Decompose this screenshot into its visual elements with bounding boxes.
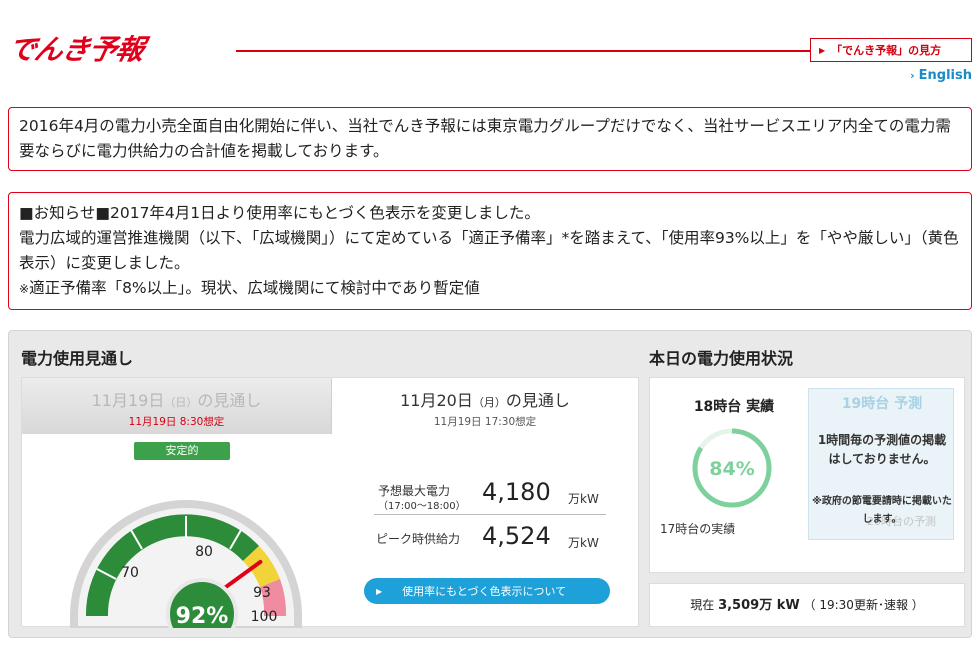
arrow-right-icon: ▶ (819, 45, 826, 55)
actual-value: 84% (709, 458, 754, 480)
note-text: 適正予備率「8%以上」。現状、広域機関にて検討中であり暫定値 (29, 279, 480, 297)
announcement-line1: ■お知らせ■2017年4月1日より使用率にもとづく色表示を変更しました。 (19, 204, 540, 222)
today-section-title: 本日の電力使用状況 (649, 349, 794, 368)
actual-title: 18時台 実績 (693, 399, 775, 415)
gauge-value: 92% (176, 604, 229, 628)
denki-yoho-logo[interactable]: でんき予報 (5, 33, 147, 66)
gauge-tick-80: 80 (195, 544, 213, 560)
peak-supply-unit: 万kW (568, 536, 599, 550)
note-mark: ※ (19, 282, 30, 296)
tab-prev-day[interactable]: 11月19日（日）の見通し 11月19日 8:30想定 (22, 378, 332, 434)
prev-tab-date: 11月19日 (91, 391, 165, 410)
color-info-button[interactable]: ▶ 使用率にもとづく色表示について (364, 578, 610, 604)
current-value: 3,509万 kW (718, 598, 800, 613)
gauge-tick-100: 100 (251, 609, 278, 625)
today-card: 18時台 実績 84% 17時台の実績 19時台 予測 1時間毎の予測値の掲載は… (649, 377, 965, 573)
header-divider (236, 50, 810, 52)
current-tab-assumed: 11月19日 17:30想定 (433, 416, 537, 428)
liberalization-notice: 2016年4月の電力小売全面自由化開始に伴い、当社でんき予報には東京電力グループ… (8, 107, 972, 171)
prediction-message: 1時間毎の予測値の掲載はしておりません。 (817, 433, 947, 466)
color-info-label: 使用率にもとづく色表示について (402, 585, 567, 598)
peak-demand-title: 予想最大電力 (378, 484, 451, 498)
peak-supply-value: 4,524 (482, 522, 551, 550)
metric-divider (374, 514, 606, 515)
actual-note: 17時台の実績 (660, 522, 736, 536)
announcement-notice: ■お知らせ■2017年4月1日より使用率にもとづく色表示を変更しました。 電力広… (8, 192, 972, 310)
prev-tab-heading: 11月19日（日）の見通し (22, 387, 331, 411)
howto-label: 「でんき予報」の見方 (831, 44, 942, 57)
current-tab-weekday: （月） (472, 396, 506, 409)
prediction-title: 19時台 予測 (841, 396, 923, 412)
prediction-box: 19時台 予測 1時間毎の予測値の掲載はしておりません。 20時台の予測 ※政府… (808, 388, 954, 540)
peak-demand-label: 予想最大電力 （17:00～18:00） (378, 484, 466, 514)
usage-gauge: 70 80 93 100 92% (70, 500, 302, 628)
prediction-note: ※政府の節電要請時に掲載いたします。 (812, 496, 952, 525)
current-usage-bar: 現在 3,509万 kW （ 19:30更新･速報 ） (649, 583, 965, 627)
current-tab-date: 11月20日 (400, 391, 473, 410)
prev-tab-assumed: 11月19日 8:30想定 (128, 416, 225, 428)
chevron-right-icon: › (910, 69, 915, 82)
peak-demand-unit: 万kW (568, 492, 599, 506)
announcement-line2: 電力広域的運営推進機関（以下、「広域機関」）にて定めている「適正予備率」*を踏ま… (19, 229, 959, 272)
forecast-card: 11月19日（日）の見通し 11月19日 8:30想定 11月20日（月）の見通… (21, 377, 639, 628)
status-badge: 安定的 (134, 442, 230, 460)
tab-current-day[interactable]: 11月20日（月）の見通し 11月19日 17:30想定 (332, 378, 638, 434)
gauge-tick-70: 70 (121, 565, 139, 581)
header: でんき予報 ▶ 「でんき予報」の見方 › English (0, 0, 980, 100)
actual-usage-ring: 84% (692, 428, 772, 508)
peak-demand-value: 4,180 (482, 478, 551, 506)
current-tab-suffix: の見通し (505, 391, 570, 410)
announcement-note: ※適正予備率「8%以上」。現状、広域機関にて検討中であり暫定値 (19, 276, 961, 302)
peak-demand-time: （17:00～18:00） (378, 501, 466, 512)
gauge-tick-93: 93 (253, 585, 271, 601)
english-label: English (918, 68, 972, 83)
english-link[interactable]: › English (910, 68, 972, 83)
current-prefix: 現在 (690, 598, 715, 612)
prev-tab-suffix: の見通し (197, 391, 262, 410)
prev-tab-weekday: （日） (164, 396, 198, 409)
forecast-section-title: 電力使用見通し (21, 349, 134, 368)
current-update: （ 19:30更新･速報 ） (803, 598, 924, 612)
current-tab-heading: 11月20日（月）の見通し (332, 387, 638, 411)
arrow-right-icon: ▶ (376, 586, 383, 596)
howto-button[interactable]: ▶ 「でんき予報」の見方 (810, 38, 972, 62)
peak-supply-label: ピーク時供給力 (376, 532, 461, 546)
usage-panel: 電力使用見通し 本日の電力使用状況 11月19日（日）の見通し 11月19日 8… (8, 330, 972, 638)
